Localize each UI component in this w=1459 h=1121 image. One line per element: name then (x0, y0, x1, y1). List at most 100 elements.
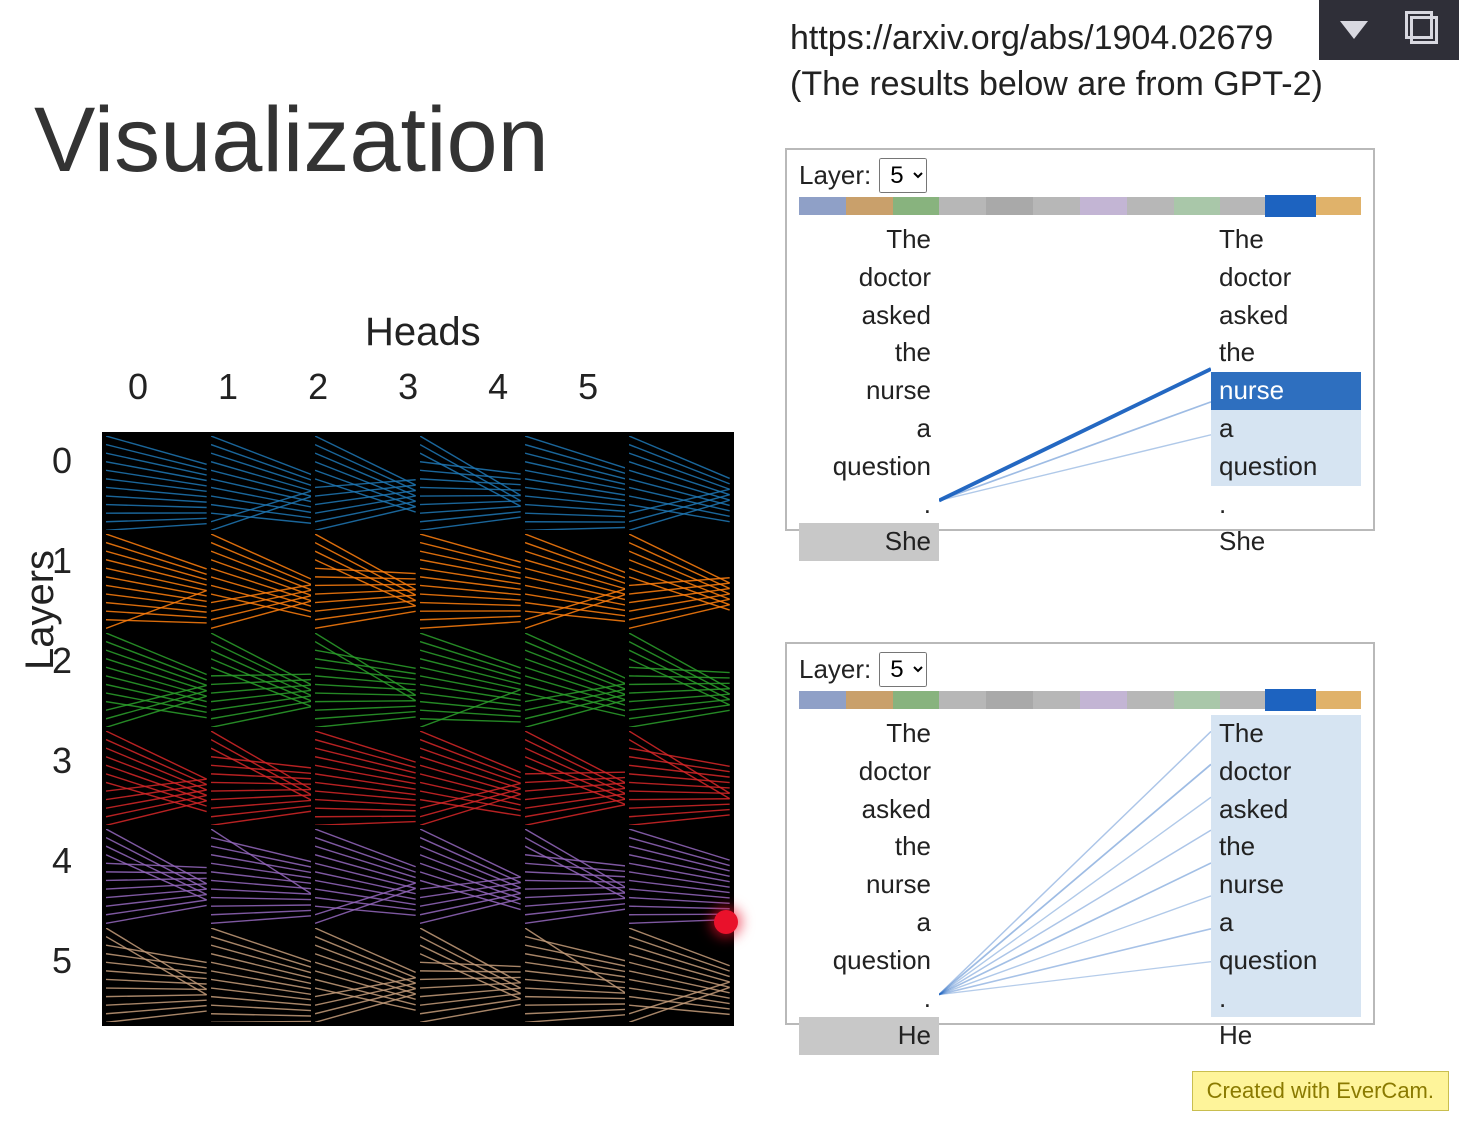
token: question (1211, 942, 1361, 980)
col-label: 0 (128, 366, 148, 408)
heads-column-labels: 0 1 2 3 4 5 (128, 366, 598, 408)
left-token-column: Thedoctoraskedthenurseaquestion.He (799, 715, 939, 1055)
token: question (799, 448, 939, 486)
head-swatch[interactable] (1174, 197, 1221, 215)
attention-body: Thedoctoraskedthenurseaquestion.She Thed… (799, 221, 1361, 517)
layer-label: Layer: (799, 160, 871, 191)
token: asked (799, 297, 939, 335)
right-token-column: Thedoctoraskedthenurseaquestion.He (1211, 715, 1361, 1055)
token: asked (1211, 297, 1361, 335)
row-label: 5 (52, 940, 72, 982)
head-swatch[interactable] (986, 197, 1033, 215)
head-swatch[interactable] (1174, 691, 1221, 709)
head-swatch[interactable] (1220, 691, 1267, 709)
grid-cell (211, 534, 312, 628)
head-swatch[interactable] (1267, 197, 1314, 215)
head-swatch[interactable] (1220, 197, 1267, 215)
token: a (799, 410, 939, 448)
token: doctor (799, 753, 939, 791)
token: doctor (799, 259, 939, 297)
grid-cell (211, 829, 312, 923)
head-swatch[interactable] (1080, 691, 1127, 709)
dropdown-icon[interactable] (1340, 21, 1368, 39)
grid-cell (315, 928, 416, 1022)
grid-cell (420, 731, 521, 825)
head-swatch[interactable] (846, 691, 893, 709)
popout-icon[interactable] (1410, 16, 1438, 44)
token: question (1211, 448, 1361, 486)
layer-select[interactable]: 5 (879, 652, 927, 687)
grid-cell (315, 829, 416, 923)
token: a (1211, 904, 1361, 942)
grid-cell (211, 633, 312, 727)
layer-label: Layer: (799, 654, 871, 685)
head-swatch[interactable] (893, 691, 940, 709)
grid-cell (525, 829, 626, 923)
head-swatch[interactable] (1127, 691, 1174, 709)
source-block: https://arxiv.org/abs/1904.02679 (The re… (790, 16, 1323, 108)
layer-select[interactable]: 5 (879, 158, 927, 193)
grid-cell (420, 534, 521, 628)
token: the (1211, 334, 1361, 372)
head-swatch[interactable] (1033, 197, 1080, 215)
panel-header: Layer: 5 (787, 644, 1373, 691)
token: doctor (1211, 753, 1361, 791)
grid-cell (106, 436, 207, 530)
grid-cell (106, 633, 207, 727)
token: She (799, 523, 939, 561)
token: a (1211, 410, 1361, 448)
token: nurse (1211, 866, 1361, 904)
head-color-strip[interactable] (799, 691, 1361, 709)
attention-body: Thedoctoraskedthenurseaquestion.He Thedo… (799, 715, 1361, 1011)
col-label: 3 (398, 366, 418, 408)
head-color-strip[interactable] (799, 197, 1361, 215)
head-swatch[interactable] (1127, 197, 1174, 215)
video-controls (1319, 0, 1459, 60)
grid-cell (525, 633, 626, 727)
head-swatch[interactable] (799, 197, 846, 215)
token: . (1211, 980, 1361, 1018)
grid-cell (211, 928, 312, 1022)
grid-cell (315, 534, 416, 628)
token: the (799, 828, 939, 866)
heads-column-title: Heads (365, 310, 481, 355)
token: nurse (799, 866, 939, 904)
row-label: 1 (52, 540, 72, 582)
attention-panel-he: Layer: 5 Thedoctoraskedthenurseaquestion… (785, 642, 1375, 1025)
col-label: 5 (578, 366, 598, 408)
head-swatch[interactable] (939, 197, 986, 215)
grid-cell (629, 436, 730, 530)
source-note: (The results below are from GPT-2) (790, 62, 1323, 108)
col-label: 1 (218, 366, 238, 408)
head-swatch[interactable] (1314, 197, 1361, 215)
token: the (799, 334, 939, 372)
head-swatch[interactable] (893, 197, 940, 215)
col-label: 4 (488, 366, 508, 408)
head-swatch[interactable] (1314, 691, 1361, 709)
token: doctor (1211, 259, 1361, 297)
grid-cell (211, 731, 312, 825)
head-swatch[interactable] (846, 197, 893, 215)
grid-cell (525, 731, 626, 825)
grid-cell (106, 534, 207, 628)
laser-pointer-icon (714, 910, 738, 934)
grid-cell (420, 829, 521, 923)
grid-cell (525, 928, 626, 1022)
head-swatch[interactable] (986, 691, 1033, 709)
head-swatch[interactable] (799, 691, 846, 709)
grid-cell (211, 436, 312, 530)
grid-cell (525, 534, 626, 628)
head-swatch[interactable] (1033, 691, 1080, 709)
row-label: 4 (52, 840, 72, 882)
head-swatch[interactable] (1080, 197, 1127, 215)
head-swatch[interactable] (1267, 691, 1314, 709)
head-swatch[interactable] (939, 691, 986, 709)
grid-cell (106, 731, 207, 825)
token: asked (1211, 791, 1361, 829)
token: . (799, 980, 939, 1018)
grid-cell (420, 928, 521, 1022)
col-label: 2 (308, 366, 328, 408)
token: The (1211, 221, 1361, 259)
grid-cell (629, 534, 730, 628)
source-url: https://arxiv.org/abs/1904.02679 (790, 16, 1323, 62)
